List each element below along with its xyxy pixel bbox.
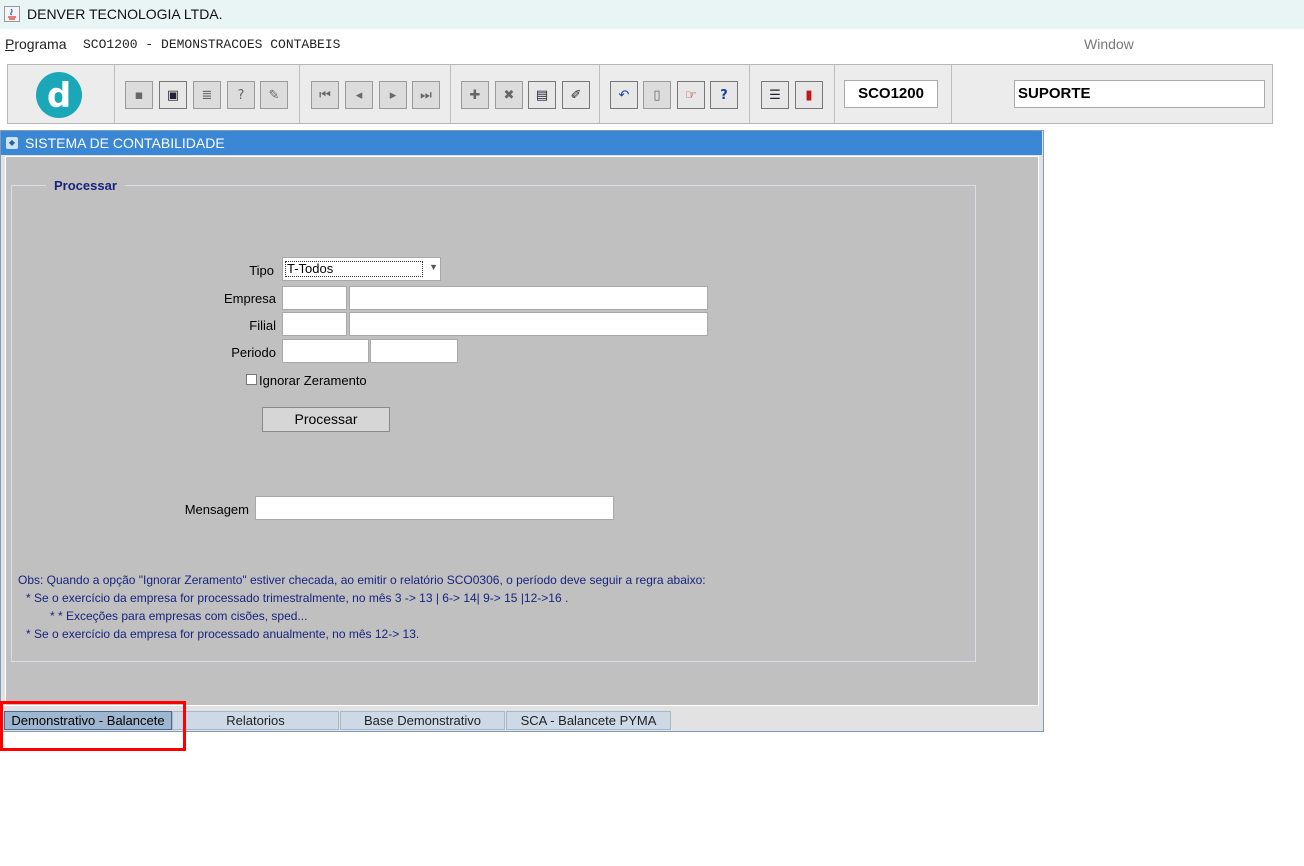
tipo-select[interactable]: T-Todos ▼ [282,257,441,281]
list-icon[interactable]: ▤ [528,81,556,109]
java-app-icon [4,6,20,22]
form-window-icon: ◆ [6,137,18,149]
edit-icon[interactable]: ✎ [260,81,288,109]
empresa-label: Empresa [223,291,276,306]
delete-record-icon[interactable]: ✖ [495,81,523,109]
tipo-select-value: T-Todos [285,261,423,277]
form-title: SISTEMA DE CONTABILIDADE [25,135,225,151]
toolbar-separator [450,65,451,123]
toolbar-separator [951,65,952,123]
toolbar-separator [749,65,750,123]
ignorar-zeramento-label: Ignorar Zeramento [259,373,367,388]
last-record-icon[interactable]: ⏭ [412,81,440,109]
tab-sca-balancete-pyma[interactable]: SCA - Balancete PYMA [506,711,671,730]
menu-programa-rest: rograma [14,36,67,52]
processar-frame-title: Processar [46,178,125,193]
processar-button[interactable]: Processar [262,407,390,432]
highlight-box [0,701,186,751]
tab-relatorios[interactable]: Relatorios [172,711,339,730]
obs-line: * Se o exercício da empresa for processa… [26,591,569,605]
logo-letter: d [46,76,72,116]
help-icon[interactable]: ? [710,81,738,109]
previous-record-icon[interactable]: ◂ [345,81,373,109]
toolbar-separator [114,65,115,123]
clear-icon[interactable]: ✐ [562,81,590,109]
undo-icon[interactable]: ↶ [610,81,638,109]
tab-base-demonstrativo[interactable]: Base Demonstrativo [340,711,505,730]
menu-program-code: SCO1200 - DEMONSTRACOES CONTABEIS [83,37,341,52]
filial-code-field[interactable] [282,312,347,336]
window-icon[interactable]: ▣ [159,81,187,109]
periodo-end-field[interactable] [370,339,458,363]
menu-icon[interactable]: ☰ [761,81,789,109]
mensagem-field[interactable] [255,496,614,520]
insert-record-icon[interactable]: ✚ [461,81,489,109]
user-field: SUPORTE [1014,80,1265,108]
tipo-label: Tipo [249,263,274,278]
periodo-label: Periodo [231,345,276,360]
obs-line: Obs: Quando a opção "Ignorar Zeramento" … [18,573,706,587]
chevron-down-icon[interactable]: ▼ [429,262,438,272]
menu-window[interactable]: Window [1084,36,1134,52]
copy-icon[interactable]: ▯ [643,81,671,109]
query-icon[interactable]: ? [227,81,255,109]
toolbar-separator [299,65,300,123]
ignorar-zeramento-checkbox[interactable] [246,374,257,385]
toolbar-separator [599,65,600,123]
mensagem-label: Mensagem [184,502,249,517]
toolbar-separator [834,65,835,123]
first-record-icon[interactable]: ⏮ [311,81,339,109]
periodo-start-field[interactable] [282,339,369,363]
obs-line: * * Exceções para empresas com cisões, s… [50,609,308,623]
empresa-name-field[interactable] [349,286,708,310]
next-record-icon[interactable]: ▸ [379,81,407,109]
logo: d [36,72,82,118]
filial-label: Filial [249,318,276,333]
save-icon[interactable]: ▪ [125,81,153,109]
menu-programa[interactable]: Programa [5,36,66,52]
app-title: DENVER TECNOLOGIA LTDA. [27,6,223,22]
filial-name-field[interactable] [349,312,708,336]
empresa-code-field[interactable] [282,286,347,310]
menu-programa-mnemonic: P [5,36,15,52]
program-id-field: SCO1200 [844,80,938,108]
close-icon[interactable]: ▮ [795,81,823,109]
obs-line: * Se o exercício da empresa for processa… [26,627,420,641]
exit-icon[interactable]: ☞ [677,81,705,109]
print-icon[interactable]: ≣ [193,81,221,109]
